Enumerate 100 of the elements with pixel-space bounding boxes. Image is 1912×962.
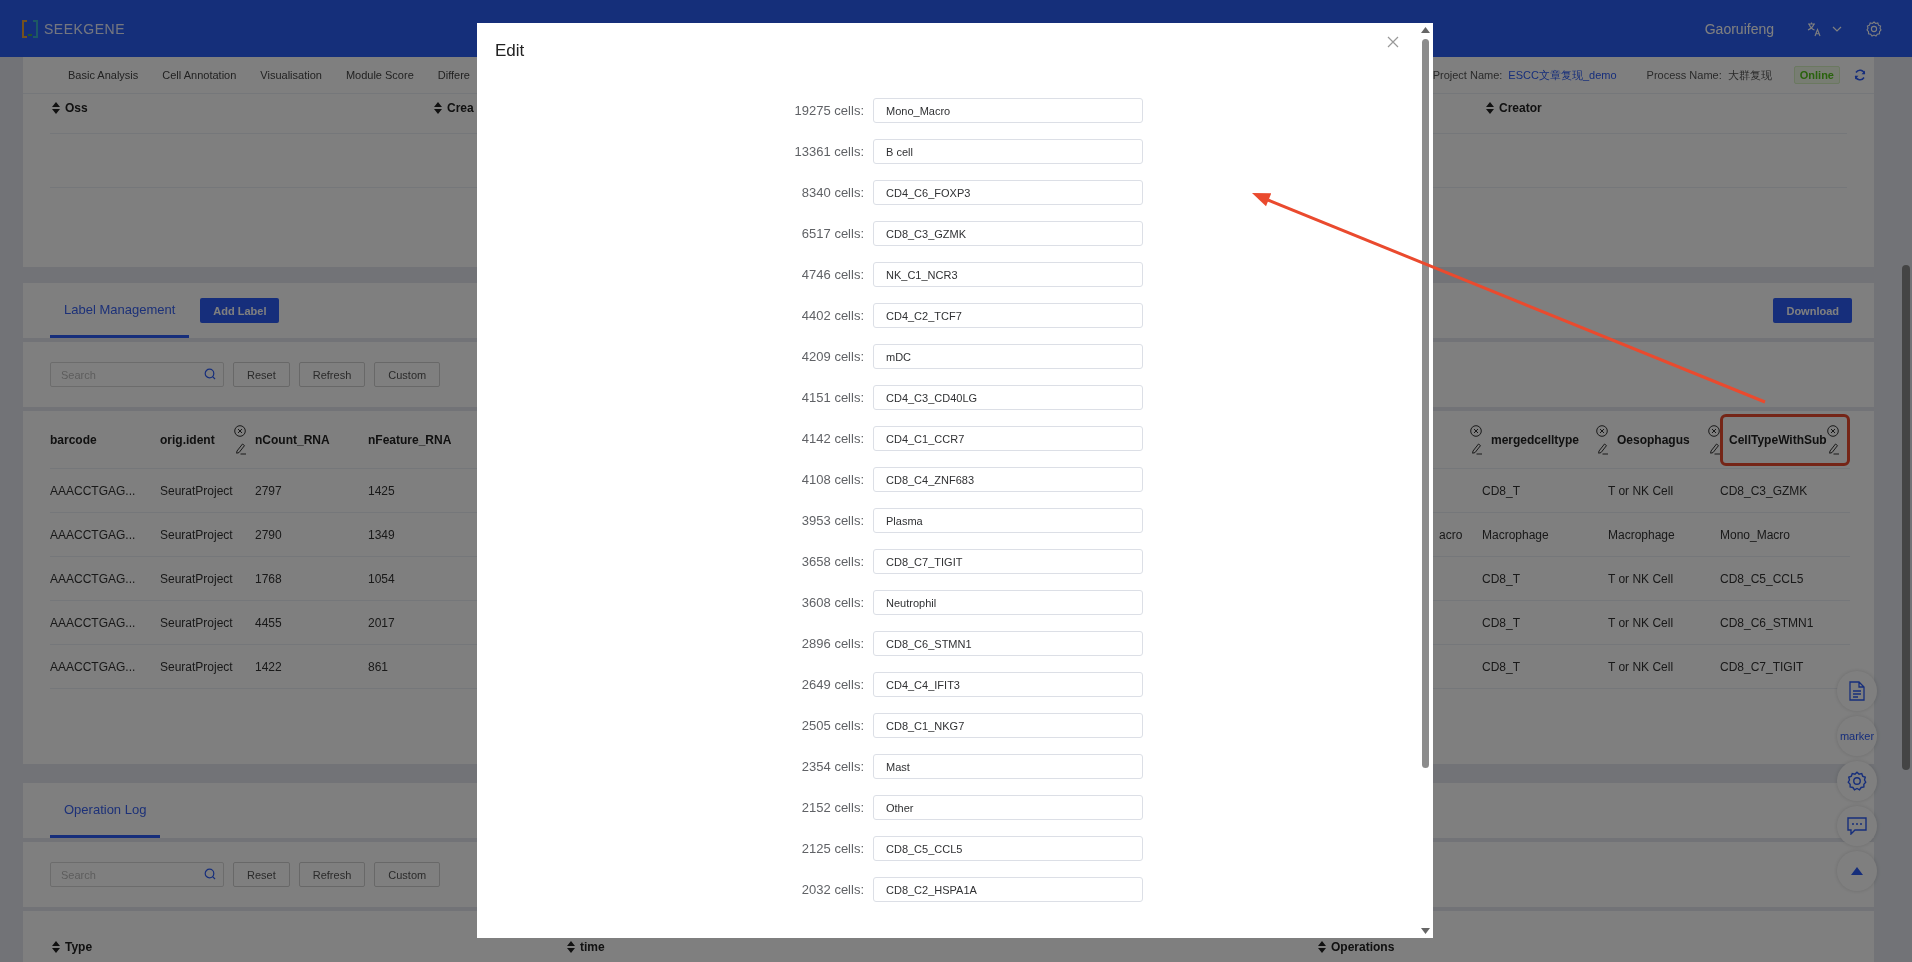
close-circle-icon[interactable] [1596, 424, 1608, 437]
pen-icon[interactable] [234, 441, 247, 455]
document-icon [1848, 681, 1866, 701]
table-cell: 2017 [368, 615, 395, 630]
table-cell: SeuratProject [160, 659, 233, 674]
cell-count-label: 4151 cells: [800, 390, 864, 405]
tab[interactable]: Operation Log [50, 783, 161, 838]
add-label-button[interactable]: Add Label [200, 298, 280, 323]
sort-icon[interactable] [567, 941, 575, 953]
column-header: nCount_RNA [255, 431, 331, 449]
sort-icon[interactable] [434, 102, 442, 114]
cell-type-field[interactable]: CD4_C2_TCF7 [873, 303, 1143, 328]
column-header[interactable]: time [580, 940, 605, 954]
sort-icon[interactable] [52, 941, 60, 953]
cell-type-field[interactable]: CD4_C6_FOXP3 [873, 180, 1143, 205]
scroll-up-icon[interactable] [1421, 27, 1430, 33]
cell-type-field[interactable]: CD4_C4_IFIT3 [873, 672, 1143, 697]
cell-type-field[interactable]: CD8_C6_STMN1 [873, 631, 1143, 656]
chevron-down-icon[interactable] [1832, 25, 1842, 32]
cell-type-field[interactable]: CD8_C2_HSPA1A [873, 877, 1143, 902]
pen-icon[interactable] [1596, 441, 1609, 455]
cell-count-label: 2354 cells: [800, 759, 864, 774]
close-circle-icon[interactable] [1470, 424, 1482, 437]
table-cell: CD8_T [1482, 615, 1520, 630]
close-icon[interactable] [1387, 36, 1399, 48]
pen-icon[interactable] [1470, 441, 1483, 455]
sub-tab[interactable]: Module Score [345, 69, 414, 81]
table-cell: SeuratProject [160, 615, 233, 630]
scroll-down-icon[interactable] [1421, 928, 1430, 934]
toolbar-button[interactable]: Reset [233, 362, 290, 387]
column-header: orig.ident [160, 411, 255, 468]
sub-tab[interactable]: Cell Annotation [162, 69, 237, 81]
up-triangle-icon [1851, 867, 1863, 875]
sub-tab[interactable]: Visualisation [260, 69, 322, 81]
column-header[interactable]: Creator [1499, 101, 1542, 115]
cell-type-field[interactable]: CD4_C1_CCR7 [873, 426, 1143, 451]
table-cell: T or NK Cell [1608, 571, 1674, 586]
cell-type-field[interactable]: mDC [873, 344, 1143, 369]
table-cell: 2790 [255, 527, 282, 542]
user-name[interactable]: Gaoruifeng [1704, 20, 1774, 37]
sort-icon[interactable] [1318, 941, 1326, 953]
cell-type-field[interactable]: CD8_C4_ZNF683 [873, 467, 1143, 492]
cell-count-label: 13361 cells: [793, 144, 864, 159]
column-header[interactable]: Oss [65, 101, 88, 115]
cell-type-field[interactable]: Other [873, 795, 1143, 820]
table-cell: 2797 [255, 483, 282, 498]
cell-type-field[interactable]: Mast [873, 754, 1143, 779]
table-cell: CD8_C7_TIGIT [1720, 659, 1804, 674]
pen-icon[interactable] [1826, 441, 1840, 455]
cell-count-label: 3608 cells: [800, 595, 864, 610]
download-button[interactable]: Download [1773, 298, 1852, 323]
cell-type-field[interactable]: Neutrophil [873, 590, 1143, 615]
close-circle-icon[interactable] [1826, 424, 1839, 437]
cell-type-field[interactable]: B cell [873, 139, 1143, 164]
table-cell: Macrophage [1482, 527, 1549, 542]
cell-count-label: 4402 cells: [800, 308, 864, 323]
table-cell: 861 [368, 659, 389, 674]
close-circle-icon[interactable] [234, 424, 246, 437]
cell-type-field[interactable]: CD8_C5_CCL5 [873, 836, 1143, 861]
cell-count-label: 2896 cells: [800, 636, 864, 651]
table-cell: 4455 [255, 615, 282, 630]
tab[interactable]: Label Management [50, 283, 190, 338]
column-header[interactable]: Crea [447, 101, 474, 115]
refresh-icon[interactable] [1854, 69, 1866, 81]
cell-type-field[interactable]: CD8_C1_NKG7 [873, 713, 1143, 738]
cell-type-field[interactable]: CD8_C7_TIGIT [873, 549, 1143, 574]
cell-count-label: 8340 cells: [800, 185, 864, 200]
cell-type-field[interactable]: Mono_Macro [873, 98, 1143, 123]
table-cell: CD8_T [1482, 659, 1520, 674]
toolbar-button[interactable]: Refresh [298, 362, 366, 387]
table-cell: SeuratProject [160, 571, 233, 586]
toolbar-button[interactable]: Reset [233, 862, 290, 887]
cell-type-field[interactable]: NK_C1_NCR3 [873, 262, 1143, 287]
cell-count-label: 4108 cells: [800, 472, 864, 487]
settings-icon[interactable] [1866, 20, 1882, 37]
process-name: 大群复现 [1727, 67, 1772, 83]
column-header[interactable]: Type [65, 940, 93, 954]
project-label: Project Name: [1432, 69, 1503, 81]
sub-tab[interactable]: Differe [437, 69, 470, 81]
sort-icon[interactable] [1486, 102, 1494, 114]
logo-text: SEEKGENE [44, 20, 126, 37]
column-header[interactable]: Operations [1331, 940, 1395, 954]
cell-count-label: 2649 cells: [800, 677, 864, 692]
toolbar-button[interactable]: Custom [374, 862, 441, 887]
sort-icon[interactable] [52, 102, 60, 114]
cell-type-field[interactable]: CD4_C3_CD40LG [873, 385, 1143, 410]
toolbar-button[interactable]: Refresh [298, 862, 366, 887]
table-cell: CD8_T [1482, 483, 1520, 498]
pen-icon[interactable] [1708, 441, 1721, 455]
translate-icon[interactable] [1806, 20, 1822, 37]
search-icon[interactable] [204, 868, 216, 880]
toolbar-button[interactable]: Custom [374, 362, 441, 387]
cell-type-field[interactable]: Plasma [873, 508, 1143, 533]
search-icon[interactable] [204, 368, 216, 380]
table-cell: AAACCTGAG... [50, 571, 136, 586]
process-label: Process Name: [1646, 69, 1722, 81]
cell-type-field[interactable]: CD8_C3_GZMK [873, 221, 1143, 246]
sub-tab[interactable]: Basic Analysis [68, 69, 139, 81]
table-cell: T or NK Cell [1608, 615, 1674, 630]
close-circle-icon[interactable] [1708, 424, 1720, 437]
